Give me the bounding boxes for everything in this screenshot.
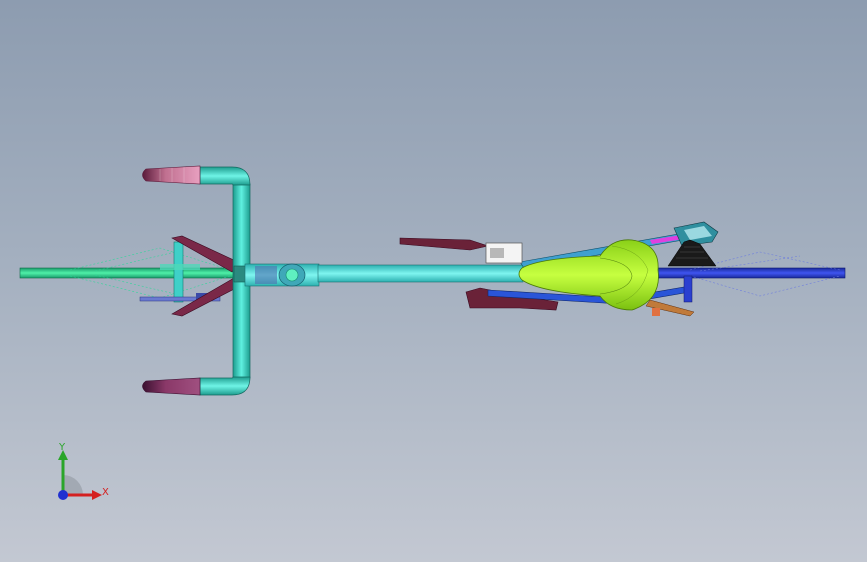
bicycle-model[interactable] <box>0 0 867 562</box>
top-tube[interactable] <box>317 264 524 283</box>
reference-triad: Y X <box>44 440 124 515</box>
cassette[interactable] <box>667 239 717 267</box>
head-tube[interactable] <box>244 263 320 287</box>
handlebar[interactable] <box>199 166 251 396</box>
triad-graphic <box>58 450 102 500</box>
y-axis-label: Y <box>59 442 66 453</box>
seat-clamp[interactable] <box>485 242 523 264</box>
bar-grips[interactable] <box>142 165 201 396</box>
z-axis-dot-icon <box>58 490 68 500</box>
x-axis-arrow-icon <box>92 490 102 500</box>
graphics-viewport[interactable]: Y X <box>0 0 867 562</box>
x-axis-label: X <box>102 487 109 498</box>
